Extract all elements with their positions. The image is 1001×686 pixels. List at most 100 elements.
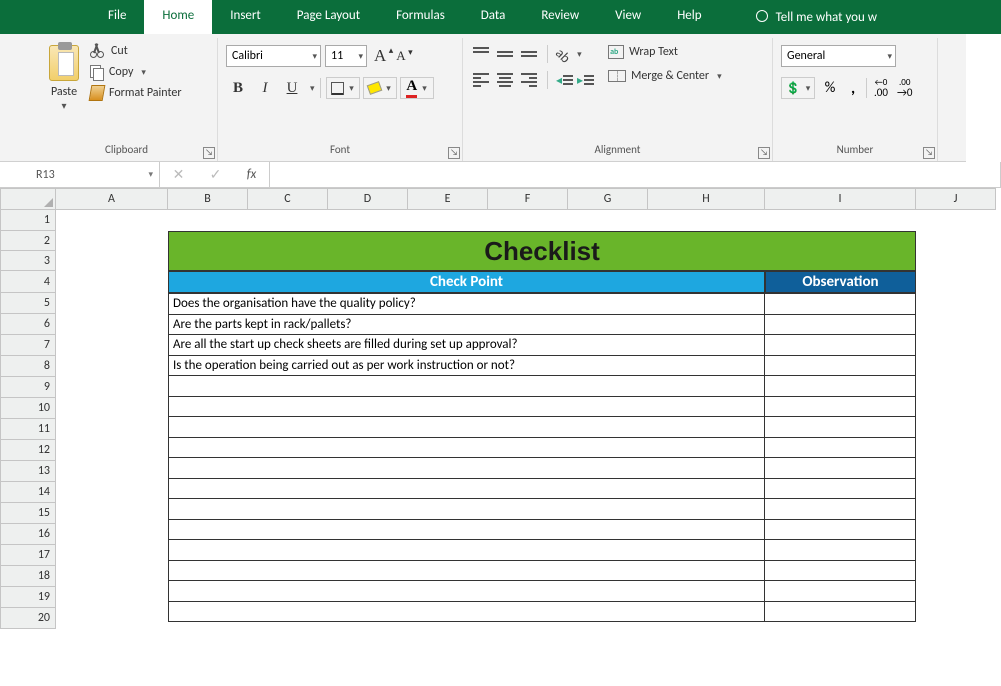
observation-cell[interactable] — [765, 437, 916, 458]
row-header[interactable]: 13 — [0, 461, 56, 482]
fill-color-button[interactable]: ▾ — [363, 77, 397, 99]
align-left-button[interactable] — [471, 71, 491, 89]
column-header[interactable]: G — [568, 188, 648, 210]
row-header[interactable]: 11 — [0, 419, 56, 440]
merge-center-button[interactable]: Merge & Center ▾ — [608, 69, 722, 83]
column-header[interactable]: I — [765, 188, 916, 210]
checkpoint-cell[interactable] — [169, 499, 765, 520]
font-name-combo[interactable]: Calibri▾ — [226, 45, 321, 67]
checkpoint-cell[interactable] — [169, 601, 765, 622]
select-all-corner[interactable] — [0, 188, 56, 210]
row-header[interactable]: 4 — [0, 271, 56, 293]
tab-pagelayout[interactable]: Page Layout — [279, 0, 378, 34]
checklist-title-cell[interactable]: Checklist — [168, 231, 916, 271]
chevron-down-icon[interactable]: ▾ — [307, 83, 315, 94]
grow-font-button[interactable]: A▴ — [371, 46, 389, 66]
cells-area[interactable]: Checklist Check Point Observation Does t… — [56, 210, 1001, 629]
checkpoint-cell[interactable]: Is the operation being carried out as pe… — [169, 355, 765, 376]
accounting-format-button[interactable]: 💲▾ — [781, 77, 815, 99]
row-header[interactable]: 14 — [0, 482, 56, 503]
observation-cell[interactable] — [765, 294, 916, 315]
observation-cell[interactable] — [765, 314, 916, 335]
row-header[interactable]: 20 — [0, 608, 56, 629]
checkpoint-cell[interactable]: Are all the start up check sheets are fi… — [169, 335, 765, 356]
tab-help[interactable]: Help — [659, 0, 719, 34]
formula-bar-input[interactable] — [270, 162, 1001, 187]
bottom-align-button[interactable] — [519, 45, 539, 63]
observation-header-cell[interactable]: Observation — [765, 271, 916, 293]
checkpoint-header-cell[interactable]: Check Point — [168, 271, 765, 293]
column-header[interactable]: E — [408, 188, 488, 210]
row-header[interactable]: 2 — [0, 231, 56, 251]
checkpoint-cell[interactable] — [169, 540, 765, 561]
observation-cell[interactable] — [765, 519, 916, 540]
comma-style-button[interactable]: , — [845, 77, 861, 99]
row-header[interactable]: 9 — [0, 377, 56, 398]
align-right-button[interactable] — [519, 71, 539, 89]
row-header[interactable]: 3 — [0, 251, 56, 271]
shrink-font-button[interactable]: A▾ — [393, 48, 408, 64]
underline-button[interactable]: U — [280, 77, 304, 99]
fx-icon[interactable]: fx — [247, 167, 257, 182]
observation-cell[interactable] — [765, 581, 916, 602]
number-format-combo[interactable]: General▾ — [781, 45, 896, 67]
group-launcher[interactable]: ↘ — [448, 147, 460, 159]
middle-align-button[interactable] — [495, 45, 515, 63]
italic-button[interactable]: I — [253, 77, 277, 99]
chevron-down-icon[interactable]: ▾ — [574, 49, 582, 60]
observation-cell[interactable] — [765, 540, 916, 561]
cut-button[interactable]: Cut — [90, 43, 182, 59]
observation-cell[interactable] — [765, 560, 916, 581]
orientation-button[interactable]: ab — [552, 44, 574, 66]
row-header[interactable]: 10 — [0, 398, 56, 419]
tab-insert[interactable]: Insert — [212, 0, 279, 34]
tab-view[interactable]: View — [597, 0, 659, 34]
observation-cell[interactable] — [765, 335, 916, 356]
increase-decimal-button[interactable]: ←0.00 — [872, 77, 890, 99]
paste-button[interactable]: Paste ▾ — [44, 41, 84, 112]
column-header[interactable]: F — [488, 188, 568, 210]
column-header[interactable]: D — [328, 188, 408, 210]
observation-cell[interactable] — [765, 601, 916, 622]
checkpoint-cell[interactable] — [169, 581, 765, 602]
tab-file[interactable]: File — [90, 0, 144, 34]
checkpoint-cell[interactable] — [169, 396, 765, 417]
wrap-text-button[interactable]: ab Wrap Text — [608, 45, 722, 59]
top-align-button[interactable] — [471, 45, 491, 63]
name-box[interactable]: R13 ▾ — [30, 162, 160, 187]
row-header[interactable]: 8 — [0, 356, 56, 377]
row-header[interactable]: 1 — [0, 210, 56, 231]
row-header[interactable]: 6 — [0, 314, 56, 335]
checkpoint-cell[interactable] — [169, 417, 765, 438]
checkpoint-cell[interactable] — [169, 376, 765, 397]
font-size-combo[interactable]: 11▾ — [325, 45, 367, 67]
observation-cell[interactable] — [765, 478, 916, 499]
tab-home[interactable]: Home — [144, 0, 212, 34]
increase-indent-button[interactable]: ▸ — [577, 73, 594, 88]
row-header[interactable]: 17 — [0, 545, 56, 566]
observation-cell[interactable] — [765, 355, 916, 376]
checkpoint-cell[interactable] — [169, 478, 765, 499]
enter-icon[interactable]: ✓ — [210, 166, 222, 183]
observation-cell[interactable] — [765, 417, 916, 438]
checkpoint-cell[interactable]: Are the parts kept in rack/pallets? — [169, 314, 765, 335]
group-launcher[interactable]: ↘ — [758, 147, 770, 159]
row-header[interactable]: 12 — [0, 440, 56, 461]
percent-button[interactable]: % — [820, 77, 840, 99]
column-header[interactable]: H — [648, 188, 765, 210]
copy-button[interactable]: Copy ▾ — [90, 65, 182, 79]
border-button[interactable]: ▾ — [326, 77, 360, 99]
observation-cell[interactable] — [765, 458, 916, 479]
column-header[interactable]: J — [916, 188, 996, 210]
tab-data[interactable]: Data — [463, 0, 524, 34]
row-header[interactable]: 18 — [0, 566, 56, 587]
checkpoint-cell[interactable] — [169, 437, 765, 458]
row-header[interactable]: 5 — [0, 293, 56, 314]
decrease-decimal-button[interactable]: .00→0 — [895, 77, 915, 99]
group-launcher[interactable]: ↘ — [923, 147, 935, 159]
bold-button[interactable]: B — [226, 77, 250, 99]
observation-cell[interactable] — [765, 396, 916, 417]
format-painter-button[interactable]: Format Painter — [90, 85, 182, 101]
observation-cell[interactable] — [765, 376, 916, 397]
observation-cell[interactable] — [765, 499, 916, 520]
